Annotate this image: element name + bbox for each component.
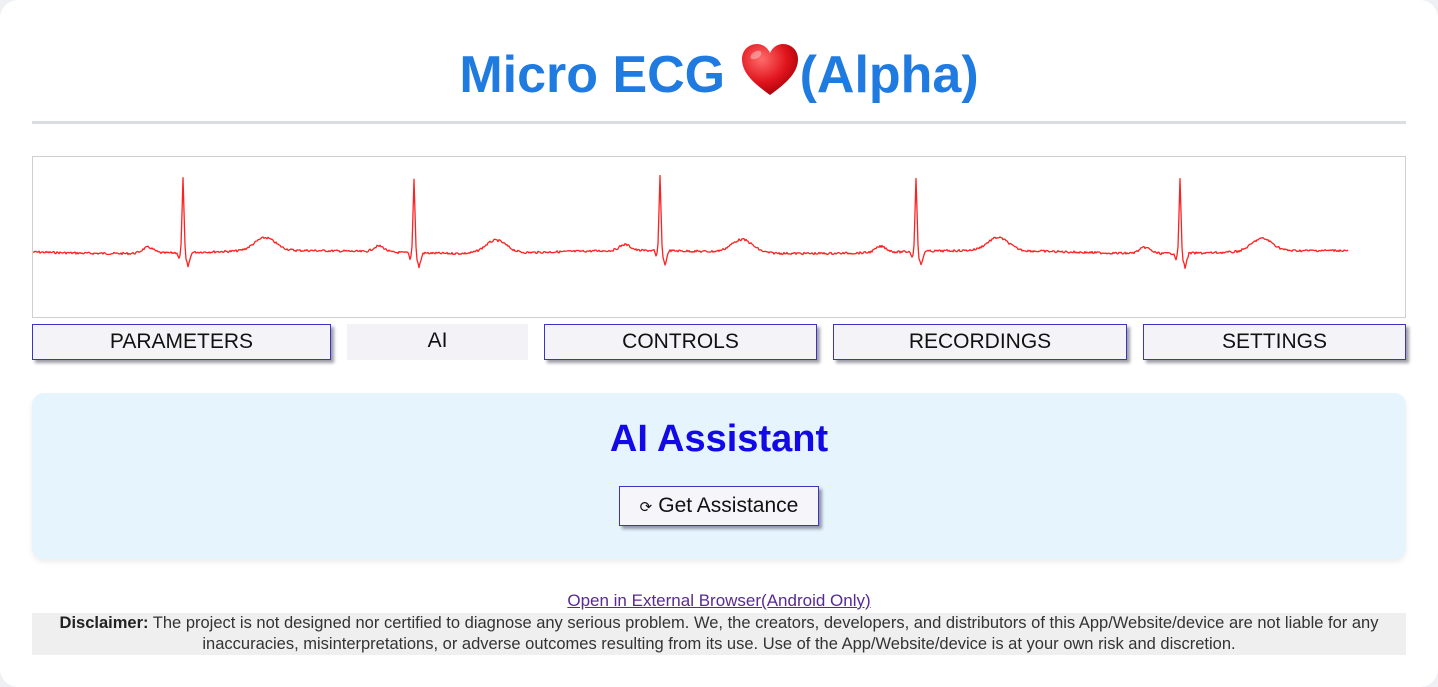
title-prefix: Micro ECG	[459, 46, 740, 104]
tab-settings[interactable]: SETTINGS	[1143, 324, 1406, 360]
ai-assistant-title: AI Assistant	[609, 418, 829, 460]
disclaimer-text: The project is not designed nor certifie…	[148, 614, 1379, 653]
title-divider	[32, 121, 1406, 124]
ecg-waveform	[33, 174, 1349, 269]
heart-icon	[740, 42, 800, 98]
refresh-icon: ⟳	[639, 499, 653, 516]
get-assistance-label: Get Assistance	[658, 494, 799, 517]
get-assistance-button[interactable]: ⟳ Get Assistance	[619, 486, 819, 526]
page-title: Micro ECG (Alpha)	[0, 40, 1438, 110]
open-external-browser-link[interactable]: Open in External Browser(Android Only)	[0, 589, 1438, 613]
tab-controls[interactable]: CONTROLS	[544, 324, 817, 360]
tab-ai[interactable]: AI	[347, 324, 528, 360]
tab-parameters[interactable]: PARAMETERS	[32, 324, 331, 360]
ecg-trace-line	[33, 174, 1349, 269]
disclaimer: Disclaimer: The project is not designed …	[32, 613, 1406, 655]
ecg-trace-display	[32, 156, 1406, 318]
disclaimer-label: Disclaimer:	[59, 614, 149, 632]
ai-assistant-panel: AI Assistant ⟳ Get Assistance	[32, 393, 1406, 559]
app-page: Micro ECG (Alpha) PARAMETERS AI CONTROLS…	[0, 0, 1438, 687]
tab-recordings[interactable]: RECORDINGS	[833, 324, 1127, 360]
title-suffix: (Alpha)	[799, 46, 979, 104]
